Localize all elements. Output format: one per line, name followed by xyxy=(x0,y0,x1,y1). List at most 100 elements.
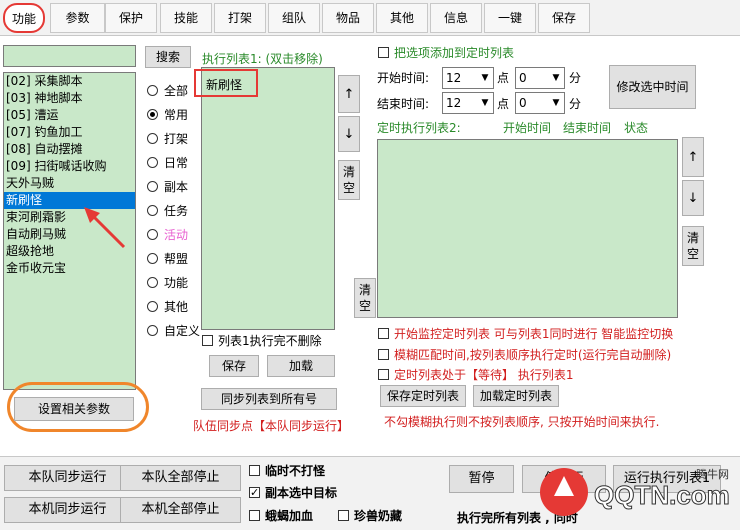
monitor-timer-box[interactable] xyxy=(378,328,389,339)
end-min-select[interactable]: 0 ▼ xyxy=(515,92,565,114)
timer-clear-button[interactable]: 清空 xyxy=(682,226,704,266)
no-delete-box[interactable] xyxy=(202,335,213,346)
exec-save-button[interactable]: 保存 xyxy=(209,355,259,377)
category-radio[interactable]: 日常 xyxy=(147,155,188,171)
radio-label: 功能 xyxy=(164,276,189,290)
timer-waiting-box[interactable] xyxy=(378,369,389,380)
radio-dot[interactable] xyxy=(147,253,158,264)
modify-time-button[interactable]: 修改选中时间 xyxy=(609,65,696,109)
tab-fight[interactable]: 打架 xyxy=(214,3,266,33)
team-stop-all-button[interactable]: 本队全部停止 xyxy=(120,465,241,491)
category-radio[interactable]: 自定义 xyxy=(147,323,200,339)
radio-dot[interactable] xyxy=(147,181,158,192)
category-radio[interactable]: 活动 xyxy=(147,227,188,243)
tab-save[interactable]: 保存 xyxy=(538,3,590,33)
script-list-item[interactable]: [09] 扫街喊话收购 xyxy=(4,158,135,175)
no-attack-checkbox[interactable]: 临时不打怪 xyxy=(249,463,325,479)
tab-function[interactable]: 功能 xyxy=(3,3,45,33)
fuzzy-match-label: 模糊匹配时间,按列表顺序执行定时(运行完自动删除) xyxy=(394,348,672,362)
radio-label: 打架 xyxy=(164,132,189,146)
tab-bar: 功能 参数 保护 技能 打架 组队 物品 其他 信息 一键 保存 xyxy=(0,0,740,36)
category-radio[interactable]: 常用 xyxy=(147,107,188,123)
timer-up-button[interactable]: ↑ xyxy=(682,137,704,177)
tab-team[interactable]: 组队 xyxy=(268,3,320,33)
radio-dot[interactable] xyxy=(147,109,158,120)
radio-label: 自定义 xyxy=(164,324,201,338)
exec-down-button[interactable]: ↓ xyxy=(338,116,360,152)
radio-dot[interactable] xyxy=(147,229,158,240)
pause-button[interactable]: 暂停 xyxy=(449,465,514,493)
no-delete-checkbox[interactable]: 列表1执行完不删除 xyxy=(202,333,322,349)
tab-other[interactable]: 其他 xyxy=(376,3,428,33)
timer-clear-left-button[interactable]: 清空 xyxy=(354,278,376,318)
local-stop-all-button[interactable]: 本机全部停止 xyxy=(120,497,241,523)
start-min-select[interactable]: 0 ▼ xyxy=(515,67,565,89)
exec-up-button[interactable]: ↑ xyxy=(338,75,360,113)
tab-skill[interactable]: 技能 xyxy=(160,3,212,33)
radio-dot[interactable] xyxy=(147,277,158,288)
sync-list-button[interactable]: 同步列表到所有号 xyxy=(201,388,337,410)
tab-items[interactable]: 物品 xyxy=(322,3,374,33)
heal-box[interactable] xyxy=(249,510,260,521)
script-list-item[interactable]: [07] 钓鱼加工 xyxy=(4,124,135,141)
start-min-unit: 分 xyxy=(569,71,582,85)
timer-down-button[interactable]: ↓ xyxy=(682,180,704,216)
category-radio[interactable]: 任务 xyxy=(147,203,188,219)
settings-button[interactable]: 设置相关参数 xyxy=(14,397,134,421)
tab-info[interactable]: 信息 xyxy=(430,3,482,33)
save-timer-list-button[interactable]: 保存定时列表 xyxy=(380,385,466,407)
tab-params[interactable]: 参数 xyxy=(50,3,105,33)
pet-milk-box[interactable] xyxy=(338,510,349,521)
radio-dot[interactable] xyxy=(147,325,158,336)
category-radio[interactable]: 全部 xyxy=(147,83,188,99)
exec-load-button[interactable]: 加载 xyxy=(267,355,335,377)
heal-checkbox[interactable]: 蛾蝎加血 xyxy=(249,508,313,524)
start-hour-select[interactable]: 12 ▼ xyxy=(442,67,494,89)
search-button[interactable]: 搜索 xyxy=(145,46,191,68)
script-list-item[interactable]: [08] 自动摆摊 xyxy=(4,141,135,158)
category-radio[interactable]: 打架 xyxy=(147,131,188,147)
category-radio[interactable]: 副本 xyxy=(147,179,188,195)
chevron-down-icon: ▼ xyxy=(478,69,492,87)
category-radio[interactable]: 其他 xyxy=(147,299,188,315)
script-search-input[interactable] xyxy=(3,45,136,67)
dungeon-target-box[interactable] xyxy=(249,485,260,501)
radio-label: 日常 xyxy=(164,156,189,170)
tab-onekey[interactable]: 一键 xyxy=(484,3,536,33)
timer-list-2[interactable] xyxy=(377,139,678,318)
exec-clear-button[interactable]: 清空 xyxy=(338,160,360,200)
add-to-timer-checkbox[interactable]: 把选项添加到定时列表 xyxy=(378,45,514,61)
timer-clear-left-label: 清空 xyxy=(359,283,372,313)
fuzzy-match-checkbox[interactable]: 模糊匹配时间,按列表顺序执行定时(运行完自动删除) xyxy=(378,347,671,363)
script-list-item[interactable]: [03] 神地脚本 xyxy=(4,90,135,107)
local-sync-run-button[interactable]: 本机同步运行 xyxy=(4,497,131,523)
script-list-item[interactable]: [05] 漕运 xyxy=(4,107,135,124)
end-hour-select[interactable]: 12 ▼ xyxy=(442,92,494,114)
radio-dot[interactable] xyxy=(147,133,158,144)
radio-dot[interactable] xyxy=(147,157,158,168)
script-list-item[interactable]: [02] 采集脚本 xyxy=(4,73,135,90)
exec-list-1[interactable]: 新刷怪 xyxy=(201,67,335,330)
fuzzy-match-box[interactable] xyxy=(378,349,389,360)
dungeon-target-checkbox[interactable]: 副本选中目标 xyxy=(249,485,337,501)
pet-milk-checkbox[interactable]: 珍兽奶藏 xyxy=(338,508,402,524)
radio-dot[interactable] xyxy=(147,85,158,96)
radio-dot[interactable] xyxy=(147,205,158,216)
exec-item-highlight xyxy=(194,69,258,97)
timer-waiting-checkbox[interactable]: 定时列表处于【等待】 执行列表1 xyxy=(378,367,573,383)
radio-dot[interactable] xyxy=(147,301,158,312)
dungeon-target-label: 副本选中目标 xyxy=(265,486,338,500)
category-radio[interactable]: 功能 xyxy=(147,275,188,291)
team-sync-run-button[interactable]: 本队同步运行 xyxy=(4,465,131,491)
add-to-timer-box[interactable] xyxy=(378,47,389,58)
tab-protect[interactable]: 保护 xyxy=(105,3,157,33)
watermark-sub: 腾牛网 xyxy=(696,467,729,481)
monitor-timer-checkbox[interactable]: 开始监控定时列表 可与列表1同时进行 智能监控切换 xyxy=(378,326,673,342)
script-list-item[interactable]: 天外马贼 xyxy=(4,175,135,192)
script-list-item[interactable]: 金币收元宝 xyxy=(4,260,135,277)
no-attack-box[interactable] xyxy=(249,465,260,476)
load-timer-list-button[interactable]: 加载定时列表 xyxy=(473,385,559,407)
no-attack-label: 临时不打怪 xyxy=(265,464,326,478)
radio-label: 全部 xyxy=(164,84,189,98)
category-radio[interactable]: 帮盟 xyxy=(147,251,188,267)
